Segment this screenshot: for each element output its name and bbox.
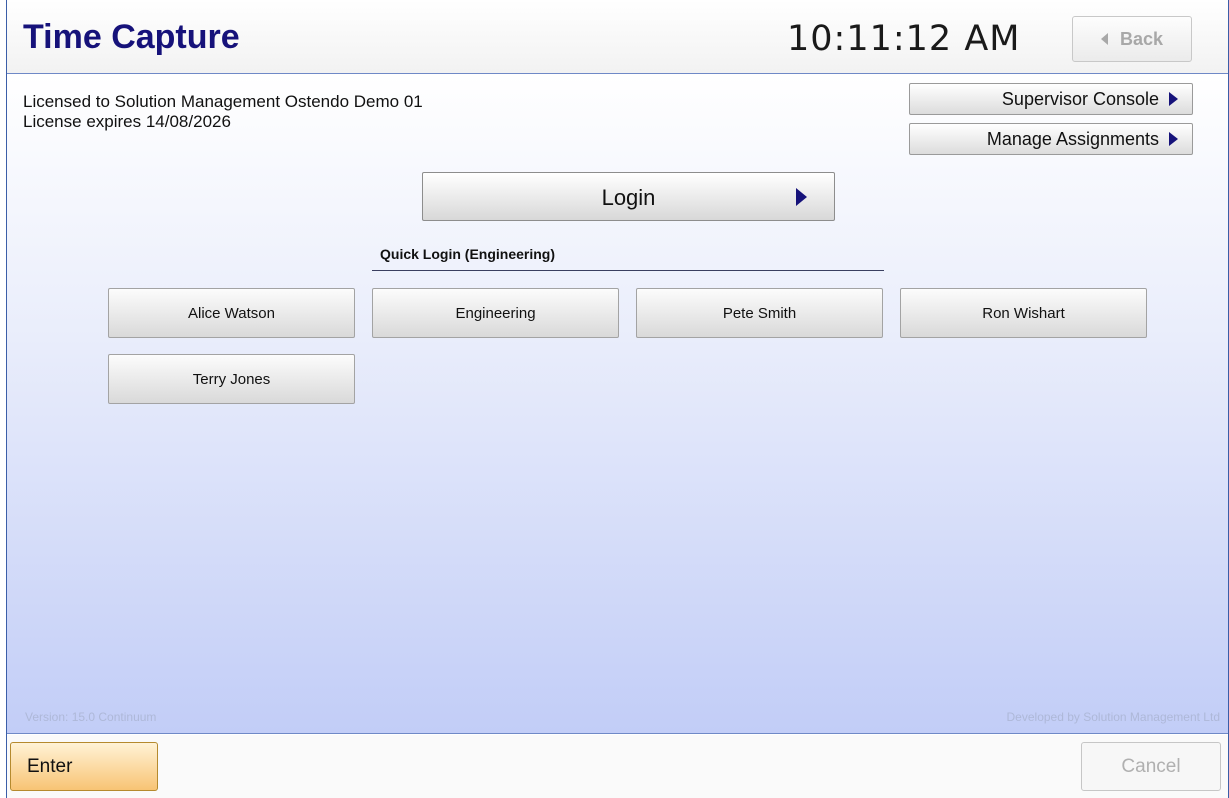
supervisor-console-label: Supervisor Console [1001, 88, 1159, 109]
app-title: Time Capture [23, 18, 240, 56]
license-expiry: License expires 14/08/2026 [23, 112, 231, 131]
enter-button[interactable]: Enter [10, 742, 158, 791]
chevron-right-icon [1169, 132, 1178, 146]
manage-assignments-label: Manage Assignments [986, 128, 1159, 149]
license-holder: Licensed to Solution Management Ostendo … [23, 92, 423, 111]
license-info: Licensed to Solution Management Ostendo … [23, 92, 423, 132]
quick-login-item[interactable]: Alice Watson [108, 288, 355, 338]
clock-display: 10:11:12 AM [787, 19, 1021, 59]
quick-login-item[interactable]: Pete Smith [636, 288, 883, 338]
back-button-label: Back [1119, 28, 1164, 49]
footer-bar: Enter Cancel [7, 735, 1228, 798]
chevron-right-icon [796, 188, 807, 206]
back-arrow-icon [1100, 33, 1108, 45]
version-label: Version: 15.0 Continuum [25, 710, 157, 724]
time-capture-window: Time Capture 10:11:12 AM Back Licensed t… [6, 0, 1229, 798]
supervisor-console-button[interactable]: Supervisor Console [909, 83, 1193, 115]
main-panel: Licensed to Solution Management Ostendo … [7, 75, 1228, 734]
quick-login-heading: Quick Login (Engineering) [372, 246, 884, 271]
quick-login-item[interactable]: Terry Jones [108, 354, 355, 404]
quick-login-item[interactable]: Engineering [372, 288, 619, 338]
login-button-label: Login [601, 185, 656, 210]
login-button[interactable]: Login [422, 172, 835, 221]
header-bar: Time Capture 10:11:12 AM Back [7, 0, 1228, 74]
manage-assignments-button[interactable]: Manage Assignments [909, 123, 1193, 155]
cancel-button[interactable]: Cancel [1081, 742, 1221, 791]
quick-login-item[interactable]: Ron Wishart [900, 288, 1147, 338]
back-button[interactable]: Back [1072, 16, 1192, 62]
developer-credit: Developed by Solution Management Ltd [1006, 710, 1220, 724]
chevron-right-icon [1169, 92, 1178, 106]
